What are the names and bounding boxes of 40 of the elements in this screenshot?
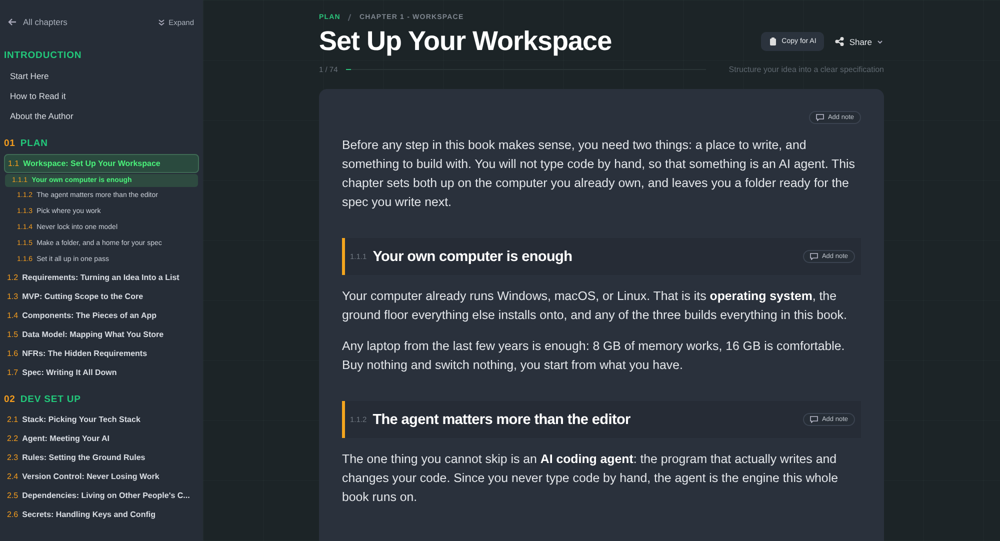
all-chapters-link[interactable]: All chapters [8,17,68,27]
chapter-link[interactable]: 2.3 Rules: Setting the Ground Rules [0,448,203,467]
chapter-link[interactable]: 1.5 Data Model: Mapping What You Store [0,325,203,344]
chapter-link[interactable]: 2.2 Agent: Meeting Your AI [0,429,203,448]
caret-icon [877,40,883,44]
chapter-link[interactable]: 1.7 Spec: Writing It All Down [0,363,203,382]
chapter-link[interactable]: 1.1 Workspace: Set Up Your Workspace [4,154,199,173]
breadcrumb-separator [348,14,352,21]
chapter-link[interactable]: How to Read it [0,86,203,106]
chapter-subtitle: Structure your idea into a clear specification [728,65,884,74]
body-paragraph: The one thing you cannot skip is an AI coding agent: the program that actually writes and changes your code. Since you never type code by hand, the agent is the engine this whole book runs on. [342,451,839,506]
chapter-link[interactable]: Start Here [0,66,203,86]
share-icon [835,37,844,46]
chapter-link[interactable]: 1.3 MVP: Cutting Scope to the Core [0,287,203,306]
section-title: DEV SET UP [20,394,81,405]
chapter-link[interactable]: 2.1 Stack: Picking Your Tech Stack [0,410,203,429]
section-title: PLAN [20,138,48,149]
chapter-link[interactable]: 1.6 NFRs: The Hidden Requirements [0,344,203,363]
share-button[interactable]: Share [830,32,888,52]
chapter-link[interactable]: 1.2 Requirements: Turning an Idea Into a List [0,268,203,287]
back-arrow-icon [8,18,17,26]
section-heading: The agent matters more than the editor [372,412,632,428]
comment-icon [810,416,818,423]
part-number: 02 [4,394,16,405]
section-title: INTRODUCTION [4,50,82,61]
clipboard-icon [768,37,777,46]
chapter-link[interactable]: 2.6 Secrets: Handling Keys and Config [0,505,203,524]
chapter-link[interactable]: About the Author [0,106,203,126]
body-paragraph: Your computer already runs Windows, macOS, or Linux. That is its operating system, the ground floor everything else installs onto, and any of the three builds everything in this book. [342,288,848,324]
body-paragraph: Before any step in this book makes sense, you need two things: a place to write, and something to build with. You will not type code by hand, so that something is an AI agent. This chapter sets both up on the computer you already own, and leaves you a folder ready for the spec you write next. [342,137,856,211]
chapter-link[interactable]: 2.4 Version Control: Never Losing Work [0,467,203,486]
chapter-link[interactable]: 2.5 Dependencies: Living on Other People's C... [0,486,203,505]
chapter-link[interactable]: 1.4 Components: The Pieces of an App [0,306,203,325]
comment-icon [810,253,818,260]
section-heading: Your own computer is enough [372,248,574,264]
comment-icon [816,114,824,121]
part-number: 01 [4,138,16,149]
double-chevron-icon [158,18,165,26]
body-paragraph: Any laptop from the last few years is enough: 8 GB of memory works, 16 GB is comfortable. Buy nothing and switch nothing, you start from what you have. [342,338,846,374]
page-title: Set Up Your Workspace [319,26,612,57]
